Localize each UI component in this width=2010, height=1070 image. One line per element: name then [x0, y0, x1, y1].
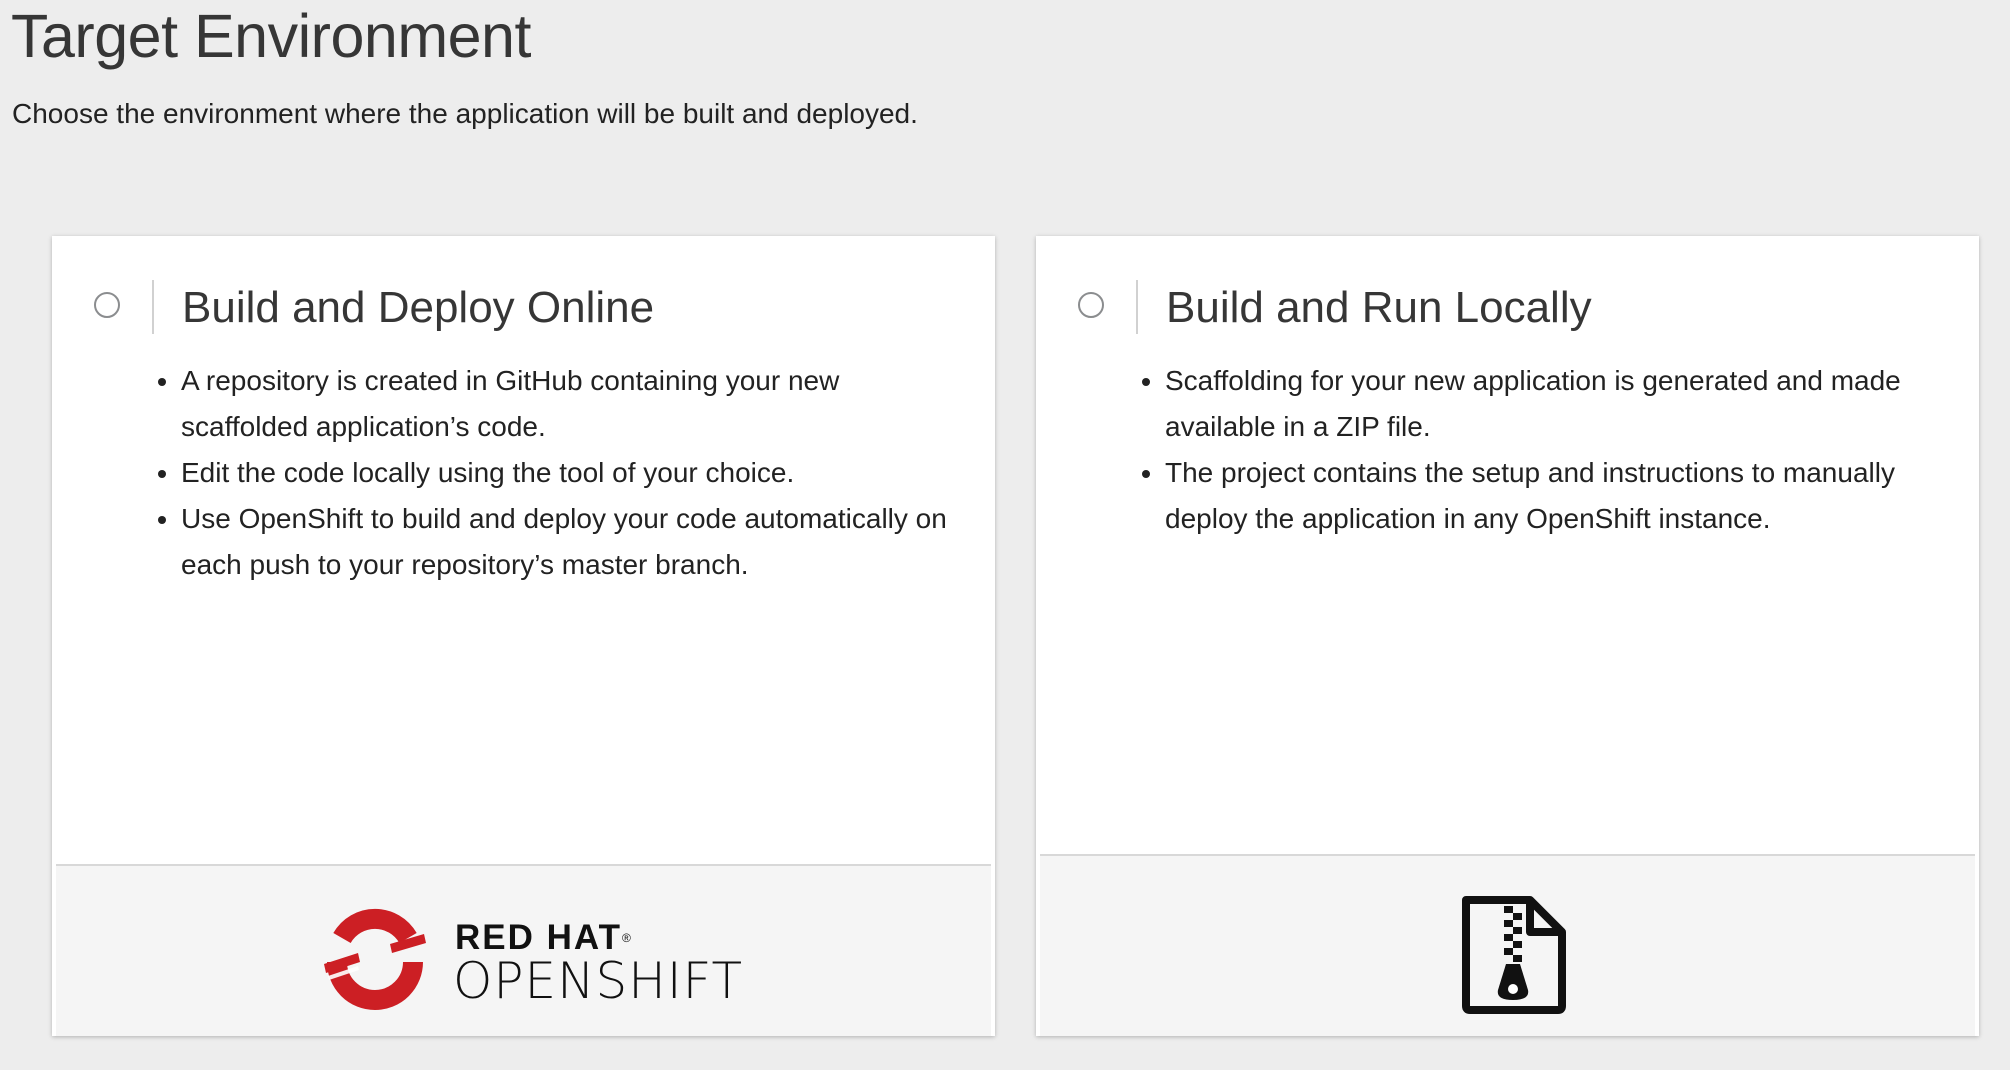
list-item: Use OpenShift to build and deploy your c… — [181, 496, 966, 588]
list-item: Scaffolding for your new application is … — [1165, 358, 1950, 450]
zip-file-icon — [1462, 896, 1566, 1014]
openshift-logo-icon — [324, 908, 426, 1010]
list-item: Edit the code locally using the tool of … — [181, 450, 966, 496]
page-title: Target Environment — [11, 2, 531, 70]
option-footer — [1040, 854, 1975, 1036]
option-description-list: A repository is created in GitHub contai… — [146, 358, 966, 588]
card-header-divider — [1136, 280, 1138, 334]
list-item: A repository is created in GitHub contai… — [181, 358, 966, 450]
logo-text-openshift: OPENSHIFT — [453, 952, 744, 1010]
option-title: Build and Run Locally — [1166, 283, 1592, 332]
option-card-build-run-locally[interactable]: Build and Run Locally Scaffolding for yo… — [1036, 236, 1979, 1036]
option-footer: RED HAT® OPENSHIFT — [56, 864, 991, 1036]
list-item: The project contains the setup and instr… — [1165, 450, 1950, 542]
page-subtitle: Choose the environment where the applica… — [12, 98, 918, 129]
card-header-divider — [152, 280, 154, 334]
radio-build-deploy-online[interactable] — [94, 292, 120, 318]
logo-text-red-hat: RED HAT® — [455, 918, 631, 957]
radio-build-run-locally[interactable] — [1078, 292, 1104, 318]
option-card-build-deploy-online[interactable]: Build and Deploy Online A repository is … — [52, 236, 995, 1036]
red-hat-openshift-logo: RED HAT® OPENSHIFT — [320, 904, 744, 1014]
option-description-list: Scaffolding for your new application is … — [1130, 358, 1950, 542]
option-title: Build and Deploy Online — [182, 283, 655, 332]
